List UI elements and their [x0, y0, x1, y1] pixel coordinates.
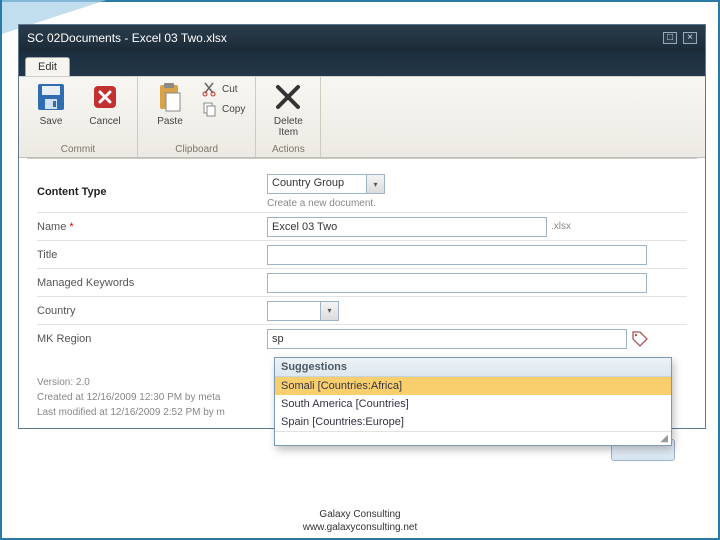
managed-keywords-input[interactable] — [267, 273, 647, 293]
window-title: SC 02Documents - Excel 03 Two.xlsx — [27, 31, 227, 45]
managed-keywords-label: Managed Keywords — [37, 277, 134, 289]
group-clipboard: Paste Cut Copy Clipboard — [138, 77, 256, 157]
suggestion-item[interactable]: Spain [Countries:Europe] — [275, 413, 671, 431]
cancel-icon — [89, 81, 121, 113]
name-label: Name — [37, 221, 66, 233]
country-select[interactable]: ▾ — [267, 301, 339, 321]
title-label: Title — [37, 249, 57, 261]
country-label: Country — [37, 305, 76, 317]
cut-icon — [202, 81, 218, 97]
content-type-label: Content Type — [37, 186, 106, 198]
name-ext: .xlsx — [551, 221, 571, 232]
chevron-down-icon: ▾ — [321, 301, 339, 321]
copy-icon — [202, 101, 218, 117]
content-type-select[interactable]: Country Group ▾ — [267, 174, 385, 194]
delete-item-button[interactable]: Delete Item — [266, 81, 310, 138]
ribbon: Save Cancel Commit Paste Cut — [19, 76, 705, 158]
resize-handle-icon[interactable]: ◢ — [275, 431, 671, 445]
titlebar: SC 02Documents - Excel 03 Two.xlsx □ × — [19, 25, 705, 51]
slide-footer: Galaxy Consulting www.galaxyconsulting.n… — [2, 508, 718, 534]
title-input[interactable] — [267, 245, 647, 265]
suggestions-header: Suggestions — [275, 358, 671, 377]
tab-edit[interactable]: Edit — [25, 57, 70, 76]
group-actions-title: Actions — [266, 142, 310, 155]
close-button[interactable]: × — [683, 32, 697, 44]
group-clipboard-title: Clipboard — [148, 142, 245, 155]
paste-icon — [154, 81, 186, 113]
group-actions: Delete Item Actions — [256, 77, 321, 157]
edit-form: Content Type Country Group ▾ Create a ne… — [19, 159, 705, 428]
suggestion-item[interactable]: South America [Countries] — [275, 395, 671, 413]
paste-button[interactable]: Paste — [148, 81, 192, 127]
cut-button[interactable]: Cut — [202, 81, 245, 97]
mk-region-input[interactable] — [267, 329, 627, 349]
group-commit: Save Cancel Commit — [19, 77, 138, 157]
save-button[interactable]: Save — [29, 81, 73, 127]
document-edit-dialog: SC 02Documents - Excel 03 Two.xlsx □ × E… — [18, 24, 706, 429]
tag-picker-icon[interactable] — [631, 330, 649, 348]
mk-region-label: MK Region — [37, 333, 91, 345]
content-type-helper: Create a new document. — [267, 198, 376, 209]
save-icon — [35, 81, 67, 113]
suggestion-item[interactable]: Somali [Countries:Africa] — [275, 377, 671, 395]
chevron-down-icon: ▾ — [367, 174, 385, 194]
maximize-button[interactable]: □ — [663, 32, 677, 44]
name-input[interactable] — [267, 217, 547, 237]
cancel-button[interactable]: Cancel — [83, 81, 127, 127]
suggestions-dropdown: Suggestions Somali [Countries:Africa] So… — [274, 357, 672, 446]
required-marker: * — [69, 221, 73, 233]
group-commit-title: Commit — [29, 142, 127, 155]
copy-button[interactable]: Copy — [202, 101, 245, 117]
delete-icon — [272, 81, 304, 113]
